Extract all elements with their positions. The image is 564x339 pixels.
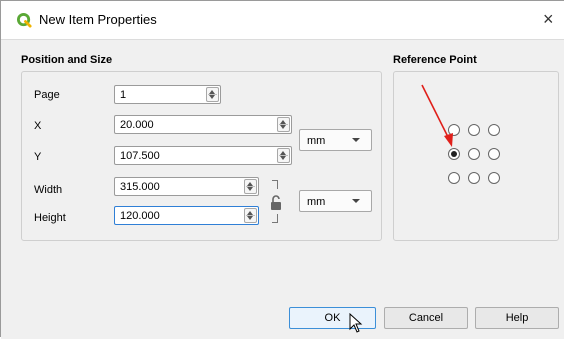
cancel-button[interactable]: Cancel <box>384 307 468 329</box>
title-bar: New Item Properties × <box>1 1 564 39</box>
y-value: 107.500 <box>120 150 160 162</box>
reference-point-radio-bottom-left[interactable] <box>448 172 460 184</box>
padlock-open-icon[interactable] <box>270 195 282 211</box>
reference-point-radio-bottom-center[interactable] <box>468 172 480 184</box>
size-unit-combo[interactable]: mm <box>299 190 372 212</box>
x-value: 20.000 <box>120 119 154 131</box>
page-spinbox[interactable]: 1 <box>114 85 221 104</box>
spin-down-icon <box>209 95 215 99</box>
reference-point-radio-middle-right[interactable] <box>488 148 500 160</box>
size-unit-value: mm <box>307 196 326 208</box>
spin-down-icon <box>280 156 286 160</box>
spin-down-icon <box>247 187 253 191</box>
y-spinbox[interactable]: 107.500 <box>114 146 292 165</box>
height-label: Height <box>34 212 66 224</box>
chevron-down-icon <box>352 138 360 142</box>
spin-down-icon <box>280 125 286 129</box>
height-value: 120.000 <box>120 210 160 222</box>
new-item-properties-dialog: New Item Properties × Position and Size … <box>0 0 564 339</box>
reference-point-group-title: Reference Point <box>393 54 477 66</box>
chevron-down-icon <box>352 199 360 203</box>
help-button[interactable]: Help <box>475 307 559 329</box>
reference-point-radio-middle-left[interactable] <box>448 148 460 160</box>
width-spin-arrows[interactable] <box>244 179 257 194</box>
reference-point-panel <box>393 71 559 241</box>
page-value: 1 <box>120 89 127 101</box>
reference-point-radio-top-left[interactable] <box>448 124 460 136</box>
mouse-cursor-icon <box>349 313 363 333</box>
width-label: Width <box>34 184 63 196</box>
reference-point-radio-top-center[interactable] <box>468 124 480 136</box>
lock-bracket-top <box>272 180 278 189</box>
dialog-content: Position and Size Page 1 X 20.000 mm Y 1… <box>1 39 564 339</box>
width-value: 315.000 <box>120 181 160 193</box>
x-spinbox[interactable]: 20.000 <box>114 115 292 134</box>
page-spin-arrows[interactable] <box>206 87 219 102</box>
position-unit-value: mm <box>307 135 326 147</box>
x-label: X <box>34 120 42 132</box>
y-spin-arrows[interactable] <box>277 148 290 163</box>
position-size-group-title: Position and Size <box>21 54 113 66</box>
reference-point-radio-bottom-right[interactable] <box>488 172 500 184</box>
page-label: Page <box>34 89 60 101</box>
qgis-logo-icon <box>17 13 32 28</box>
reference-point-radio-middle-center[interactable] <box>468 148 480 160</box>
width-spinbox[interactable]: 315.000 <box>114 177 259 196</box>
position-size-panel: Page 1 X 20.000 mm Y 107.500 Width 315.0… <box>21 71 382 241</box>
x-spin-arrows[interactable] <box>277 117 290 132</box>
position-unit-combo[interactable]: mm <box>299 129 372 151</box>
spin-down-icon <box>247 216 253 220</box>
y-label: Y <box>34 151 42 163</box>
close-icon[interactable]: × <box>543 9 554 30</box>
height-spin-arrows[interactable] <box>244 208 257 223</box>
lock-bracket-bottom <box>272 214 278 223</box>
reference-point-radio-top-right[interactable] <box>488 124 500 136</box>
height-spinbox[interactable]: 120.000 <box>114 206 259 225</box>
window-title: New Item Properties <box>39 12 157 27</box>
